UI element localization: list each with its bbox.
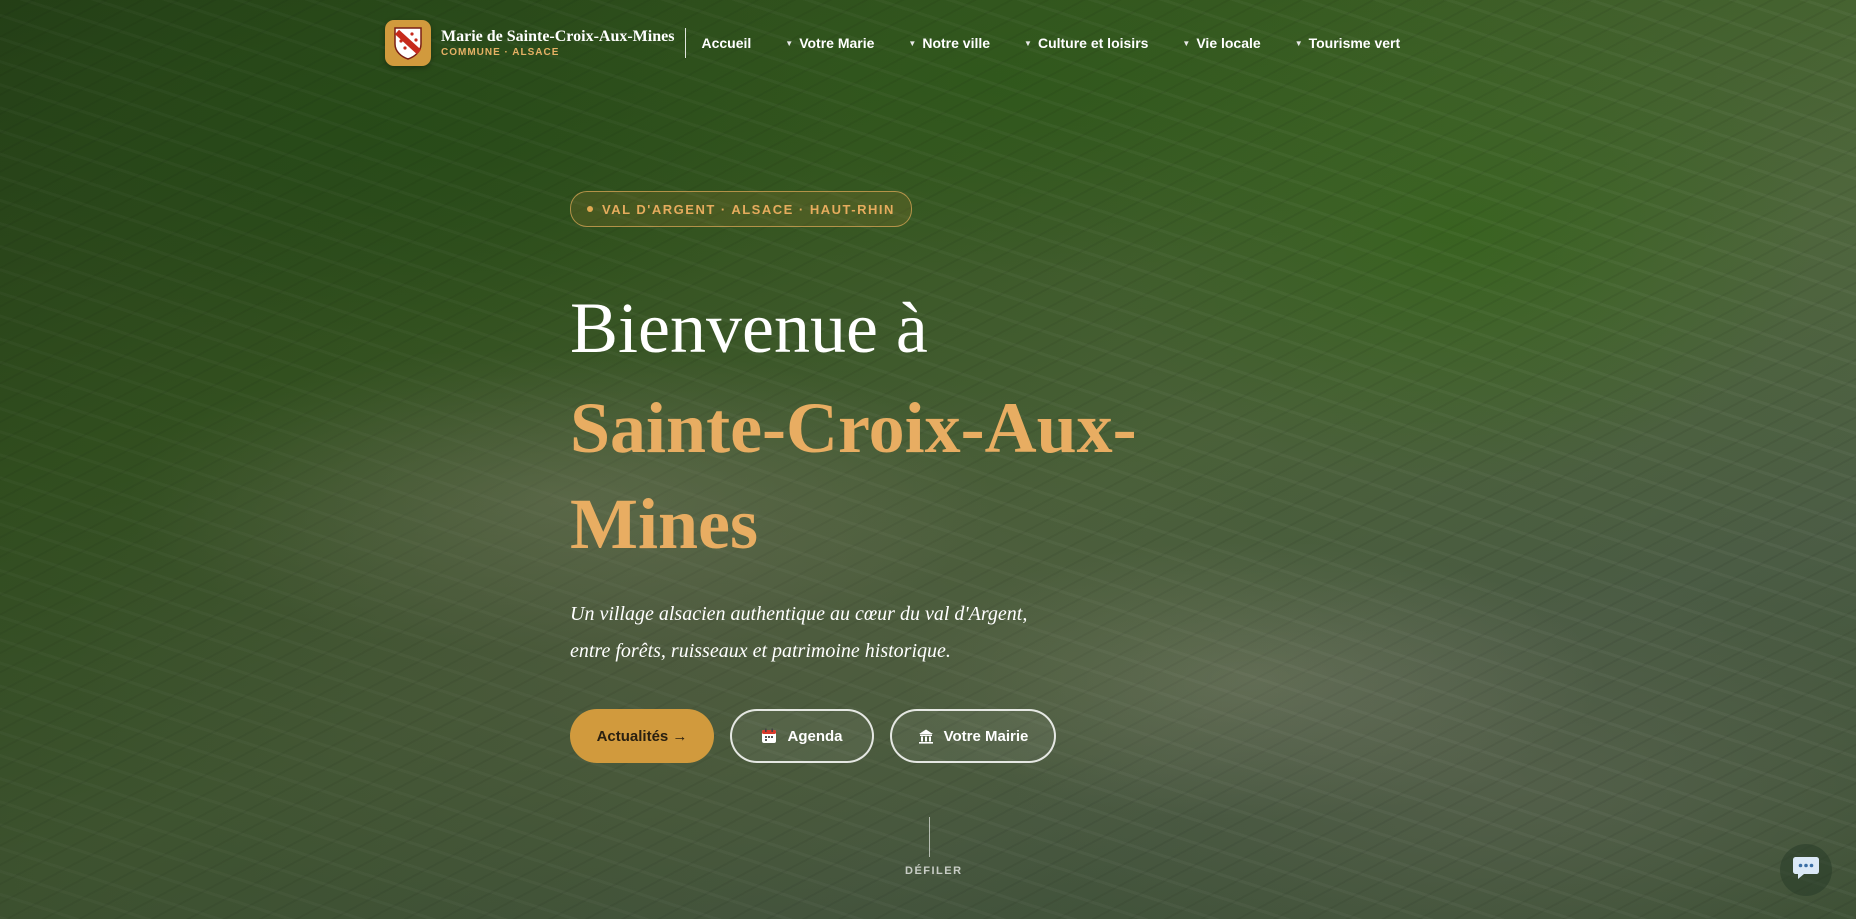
badge-text: VAL D'ARGENT · ALSACE · HAUT-RHIN [602, 201, 895, 217]
nav-item-label: Vie locale [1196, 35, 1261, 51]
caret-down-icon: ▼ [908, 38, 917, 48]
chat-bubble-icon [1792, 855, 1820, 886]
hero-title-town: Sainte-Croix-Aux-Mines [570, 388, 1137, 564]
agenda-button-label: Agenda [787, 727, 843, 745]
caret-down-icon: ▼ [1024, 38, 1032, 48]
news-button-label: Actualités → [596, 727, 688, 745]
caret-down-icon: ▼ [1294, 38, 1303, 48]
brand-subtitle: COMMUNE · ALSACE [441, 47, 560, 58]
nav-item-label: Culture et loisirs [1037, 35, 1149, 51]
nav-item-label: Votre Marie [799, 35, 875, 51]
nav-item-votre-marie[interactable]: ▼ Votre Marie [785, 35, 874, 51]
hero-section: Marie de Sainte-Croix-Aux-Mines COMMUNE … [0, 0, 1856, 919]
nav-item-tourisme-vert[interactable]: ▼ Tourisme vert [1295, 35, 1400, 51]
hero-subtitle: Un village alsacien authentique au cœur … [570, 603, 1028, 662]
mairie-button-label: Votre Mairie [943, 727, 1029, 745]
location-badge: VAL D'ARGENT · ALSACE · HAUT-RHIN [570, 191, 912, 227]
nav-divider [685, 28, 687, 58]
brand-link[interactable]: Marie de Sainte-Croix-Aux-Mines COMMUNE … [385, 20, 674, 66]
nav-item-label: Notre ville [922, 35, 991, 51]
scroll-indicator-label[interactable]: DÉFILER [905, 865, 963, 877]
chat-button[interactable] [1780, 844, 1832, 896]
caret-down-icon: ▼ [785, 38, 794, 48]
scroll-indicator-line [929, 817, 930, 857]
nav-item-vie-locale[interactable]: ▼ Vie locale [1182, 35, 1260, 51]
brand-name: Marie de Sainte-Croix-Aux-Mines [441, 28, 675, 45]
agenda-button[interactable]: Agenda [730, 709, 874, 763]
news-button[interactable]: Actualités → [570, 709, 714, 763]
nav-item-accueil[interactable]: Accueil [701, 35, 751, 51]
nav-item-label: Tourisme vert [1308, 35, 1401, 51]
nav-item-notre-ville[interactable]: ▼ Notre ville [908, 35, 990, 51]
nav-item-culture-et-loisirs[interactable]: ▼ Culture et loisirs [1024, 35, 1148, 51]
badge-dot-icon [587, 206, 593, 212]
nav-item-label: Accueil [701, 35, 752, 51]
hero-title-welcome: Bienvenue à [570, 288, 928, 368]
coat-of-arms-icon [385, 20, 431, 66]
mairie-button[interactable]: Votre Mairie [890, 709, 1056, 763]
caret-down-icon: ▼ [1182, 38, 1191, 48]
building-icon [918, 728, 934, 744]
calendar-icon [761, 728, 777, 744]
main-navbar: Marie de Sainte-Croix-Aux-Mines COMMUNE … [385, 18, 1400, 68]
